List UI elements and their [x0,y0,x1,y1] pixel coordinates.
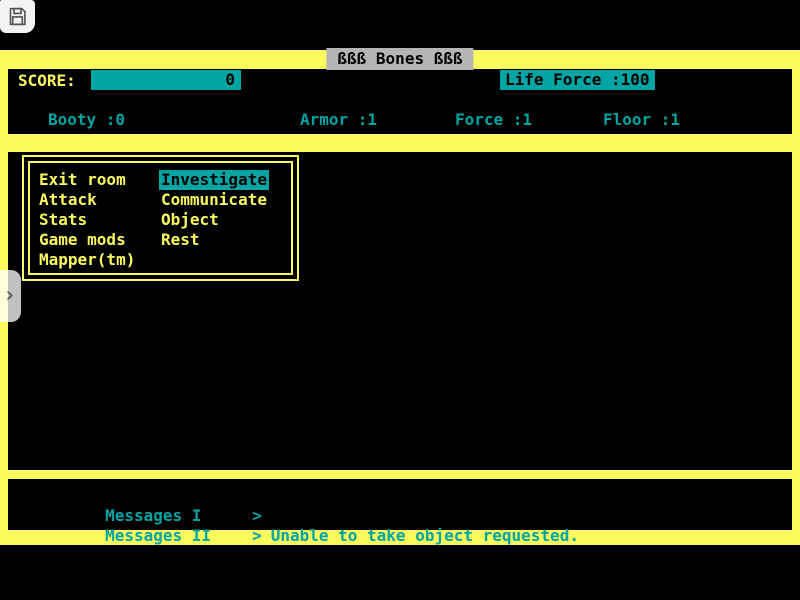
message-label-2: Messages II [105,526,252,546]
menu-item-exit-room[interactable]: Exit room [39,170,126,190]
game-frame: SCORE: 0 Life Force :100 Booty :0 Armor … [0,50,800,545]
message-text-2: Unable to take object requested. [271,526,579,545]
menu-item-stats[interactable]: Stats [39,210,87,230]
drawer-toggle[interactable]: › [0,270,21,322]
window-title: ßßß Bones ßßß [326,48,473,70]
score-value: 0 [225,70,235,89]
action-menu-inner: Exit room Attack Stats Game mods Mapper(… [28,161,293,275]
hud-panel: SCORE: 0 Life Force :100 Booty :0 Armor … [8,69,792,134]
menu-item-mapper[interactable]: Mapper(tm) [39,250,135,270]
stat-floor: Floor :1 [603,110,680,129]
message-label-1: Messages I [105,506,252,526]
score-bar: 0 [91,70,241,90]
life-force-badge: Life Force :100 [500,70,655,90]
menu-item-game-mods[interactable]: Game mods [39,230,126,250]
main-panel: Exit room Attack Stats Game mods Mapper(… [8,152,792,470]
menu-item-rest[interactable]: Rest [161,230,200,250]
message-prompt-1: > [252,506,262,525]
message-prompt-2: > [252,526,262,545]
menu-item-communicate[interactable]: Communicate [161,190,267,210]
floppy-disk-icon [7,6,28,27]
menu-item-attack[interactable]: Attack [39,190,97,210]
menu-column-1: Exit room Attack Stats Game mods Mapper(… [39,170,135,270]
stat-booty: Booty :0 [48,110,125,129]
menu-item-object[interactable]: Object [161,210,219,230]
stat-armor: Armor :1 [300,110,377,129]
menu-item-investigate[interactable]: Investigate [159,170,269,190]
game-screen: SCORE: 0 Life Force :100 Booty :0 Armor … [0,0,800,600]
chevron-right-icon: › [3,285,16,307]
action-menu: Exit room Attack Stats Game mods Mapper(… [22,155,299,281]
save-button[interactable] [0,0,35,33]
stat-force: Force :1 [455,110,532,129]
messages-panel: Messages I> Messages II>Unable to take o… [8,479,792,530]
score-label: SCORE: [18,71,76,90]
menu-column-2: Investigate Communicate Object Rest [161,170,269,250]
message-row-1: Messages I> [28,486,792,506]
